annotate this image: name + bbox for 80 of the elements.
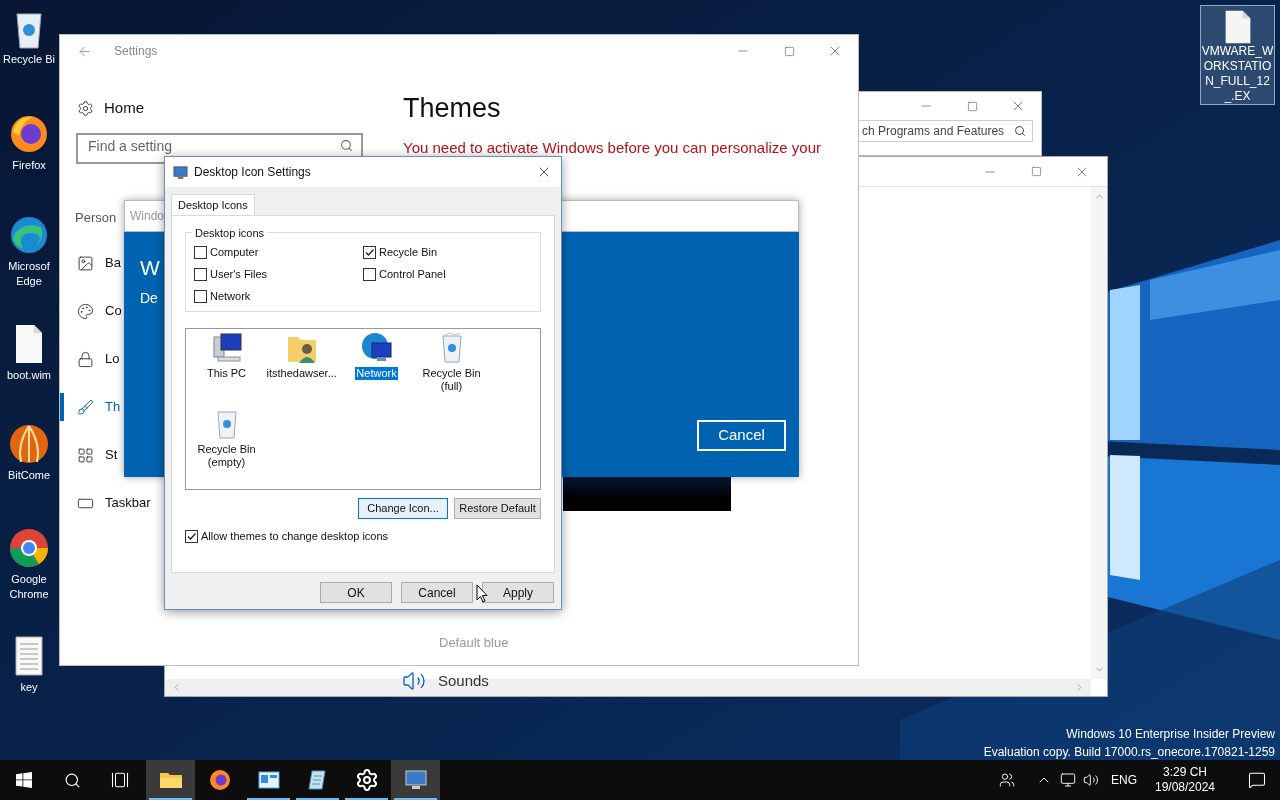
icon-label[interactable]: This PC	[205, 367, 248, 380]
cancel-button[interactable]: Cancel	[697, 420, 786, 451]
back-icon[interactable]	[77, 43, 92, 59]
settings-icon[interactable]	[354, 768, 379, 792]
activation-notice: You need to activate Windows before you can personalize your	[403, 138, 823, 158]
nav-item[interactable]: Lo	[105, 349, 120, 369]
checkbox-label[interactable]: Control Panel	[379, 266, 446, 283]
desktop-icon-label: VMWARE_WORKSTATION_FULL_12_.EX	[1201, 44, 1274, 104]
nav-item[interactable]: Home	[104, 97, 144, 120]
checkbox-label[interactable]: Network	[210, 288, 251, 305]
clock[interactable]: 3:29 CH 19/08/2024	[1154, 765, 1216, 795]
nav-item[interactable]: Co	[105, 301, 122, 321]
theme-caption: Default blue	[439, 634, 509, 652]
desktop-icon-label[interactable]: Google Chrome	[1, 572, 57, 602]
taskbar-button[interactable]	[146, 760, 195, 800]
dialog-title: Windo	[130, 208, 164, 225]
search-field[interactable]: ch Programs and Features	[857, 120, 1033, 142]
desktop-icon-label[interactable]: BitCome	[1, 468, 57, 483]
search-icon	[340, 138, 353, 152]
dialog-title: Desktop Icon Settings	[194, 164, 311, 181]
people-icon[interactable]	[999, 772, 1015, 788]
checkbox-label[interactable]: Recycle Bin	[379, 244, 438, 261]
nav-item[interactable]: Taskbar	[105, 493, 151, 513]
checkbox[interactable]	[194, 246, 207, 259]
fox-globe-icon[interactable]	[207, 768, 232, 792]
nav-item[interactable]: Th	[105, 397, 121, 417]
checkbox[interactable]	[363, 268, 376, 281]
dialog-button[interactable]: OK	[320, 582, 392, 603]
nav-item[interactable]: St	[105, 445, 118, 465]
change-icon-button[interactable]: Change Icon...	[358, 498, 448, 519]
icon-label[interactable]: Network	[355, 367, 398, 380]
checkbox[interactable]	[194, 290, 207, 303]
icon-label[interactable]: Recycle Bin (empty)	[190, 443, 263, 469]
desktop-icon-label[interactable]: Microsof Edge	[1, 259, 57, 289]
network-icon[interactable]	[1060, 772, 1076, 788]
desktop-icon-label[interactable]: key	[1, 680, 57, 695]
watermark-text: Evaluation copy. Build 17000.rs_onecore.170821-1259	[983, 744, 1275, 761]
checkbox-label[interactable]: Allow themes to change desktop icons	[201, 528, 389, 545]
tab[interactable]: Desktop Icons	[171, 194, 255, 215]
window-title: Settings	[114, 43, 158, 60]
ball-icon	[7, 422, 51, 466]
brush-icon	[77, 398, 94, 416]
monitor-icon[interactable]	[403, 768, 428, 792]
dialog-button[interactable]: Apply	[482, 582, 554, 603]
settings-link[interactable]: Sounds	[438, 669, 489, 693]
checkbox[interactable]	[185, 529, 198, 543]
icon-label[interactable]: itsthedawser...	[265, 367, 338, 380]
checkbox[interactable]	[194, 268, 207, 281]
round-logo-icon	[7, 526, 51, 570]
desktop-icon-label[interactable]: Recycle Bi	[1, 52, 57, 67]
dialog-heading: W	[140, 255, 160, 281]
windows-logo-icon[interactable]	[16, 772, 32, 788]
checkbox-label[interactable]: Computer	[210, 244, 259, 261]
watermark-text: Windows 10 Enterprise Insider Preview	[1066, 726, 1275, 743]
window-app-icon[interactable]	[256, 768, 281, 792]
language-indicator[interactable]: ENG	[1111, 771, 1137, 789]
page-heading: Themes	[403, 92, 502, 125]
nav-item[interactable]: Ba	[105, 253, 121, 273]
grid-icon	[77, 446, 94, 464]
dialog-subheading: De	[140, 289, 158, 308]
search-icon	[1014, 125, 1026, 137]
speaker-icon[interactable]	[402, 669, 426, 693]
notification-icon[interactable]	[1248, 771, 1266, 789]
cursor-icon	[476, 584, 488, 603]
volume-icon[interactable]	[1083, 772, 1099, 788]
search-icon[interactable]	[63, 771, 81, 789]
checkbox[interactable]	[363, 246, 376, 259]
desktop-file[interactable]: VMWARE_WORKSTATION_FULL_12_.EX	[1200, 5, 1275, 105]
desktop-icon-label[interactable]: boot.wim	[1, 368, 57, 383]
desktop-icon-label[interactable]: Firefox	[1, 158, 57, 173]
section-heading: Person	[75, 208, 117, 227]
palette-icon	[77, 302, 94, 320]
image-icon	[77, 254, 94, 272]
lock-icon	[77, 350, 94, 368]
restore-default-button[interactable]: Restore Default	[454, 498, 541, 519]
monitor-icon	[173, 164, 188, 180]
task-view-icon[interactable]	[111, 771, 129, 789]
dialog-button[interactable]: Cancel	[401, 582, 473, 603]
icon-label[interactable]: Recycle Bin (full)	[415, 367, 488, 393]
checkbox-label[interactable]: User's Files	[210, 266, 268, 283]
